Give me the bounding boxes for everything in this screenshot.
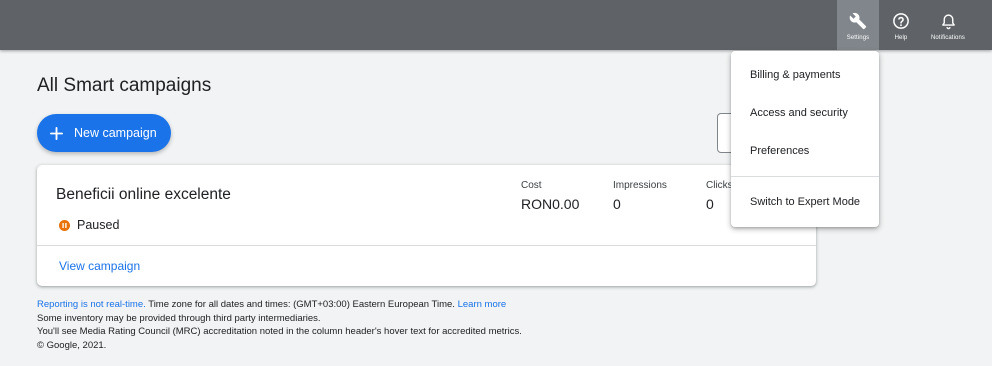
menu-item-access-security[interactable]: Access and security <box>750 107 848 119</box>
metric-value: 0 <box>613 196 621 212</box>
metric-clicks: Clicks 0 <box>706 180 733 212</box>
help-label: Help <box>894 35 908 41</box>
footer-line-3: You'll see Media Rating Council (MRC) ac… <box>37 326 522 337</box>
new-campaign-button[interactable]: New campaign <box>37 114 171 152</box>
view-campaign-link[interactable]: View campaign <box>59 259 140 273</box>
notifications-button[interactable]: Notifications <box>922 0 974 50</box>
settings-button[interactable]: Settings <box>837 0 879 50</box>
campaign-name: Beneficii online excelente <box>56 186 231 203</box>
settings-label: Settings <box>846 35 870 41</box>
help-icon <box>891 11 911 31</box>
footer-notes: Reporting is not real-time. Time zone fo… <box>37 298 522 352</box>
reporting-link[interactable]: Reporting is not real-time. <box>37 299 146 310</box>
metric-value: RON0.00 <box>521 196 580 212</box>
footer-line-2: Some inventory may be provided through t… <box>37 312 321 324</box>
new-campaign-label: New campaign <box>74 126 157 140</box>
menu-item-expert-mode[interactable]: Switch to Expert Mode <box>750 196 860 208</box>
wrench-icon <box>848 11 868 31</box>
metric-label: Clicks <box>706 180 733 191</box>
menu-divider <box>731 176 879 177</box>
bell-icon <box>938 11 958 31</box>
card-divider <box>37 245 816 246</box>
paused-icon <box>59 219 70 231</box>
metric-label: Impressions <box>613 180 667 191</box>
status-text: Paused <box>77 218 120 232</box>
metric-impressions: Impressions 0 <box>613 180 667 212</box>
campaign-card: Beneficii online excelente Paused Cost R… <box>37 165 816 286</box>
notifications-label: Notifications <box>931 35 965 41</box>
top-bar: Settings Help Notifications <box>0 0 992 50</box>
plus-icon <box>49 126 63 140</box>
footer-line-1: Reporting is not real-time. Time zone fo… <box>37 298 522 312</box>
menu-item-billing[interactable]: Billing & payments <box>750 69 841 81</box>
menu-item-preferences[interactable]: Preferences <box>750 145 809 157</box>
footer-line-4: © Google, 2021. <box>37 339 107 351</box>
timezone-text: Time zone for all dates and times: (GMT+… <box>145 299 458 310</box>
metric-label: Cost <box>521 180 542 191</box>
page-title: All Smart campaigns <box>37 75 212 96</box>
campaign-status: Paused <box>59 218 119 232</box>
learn-more-link[interactable]: Learn more <box>458 299 507 310</box>
metric-cost: Cost RON0.00 <box>521 180 579 212</box>
help-button[interactable]: Help <box>880 0 922 50</box>
metric-value: 0 <box>706 196 714 212</box>
settings-menu: Billing & payments Access and security P… <box>731 51 879 227</box>
